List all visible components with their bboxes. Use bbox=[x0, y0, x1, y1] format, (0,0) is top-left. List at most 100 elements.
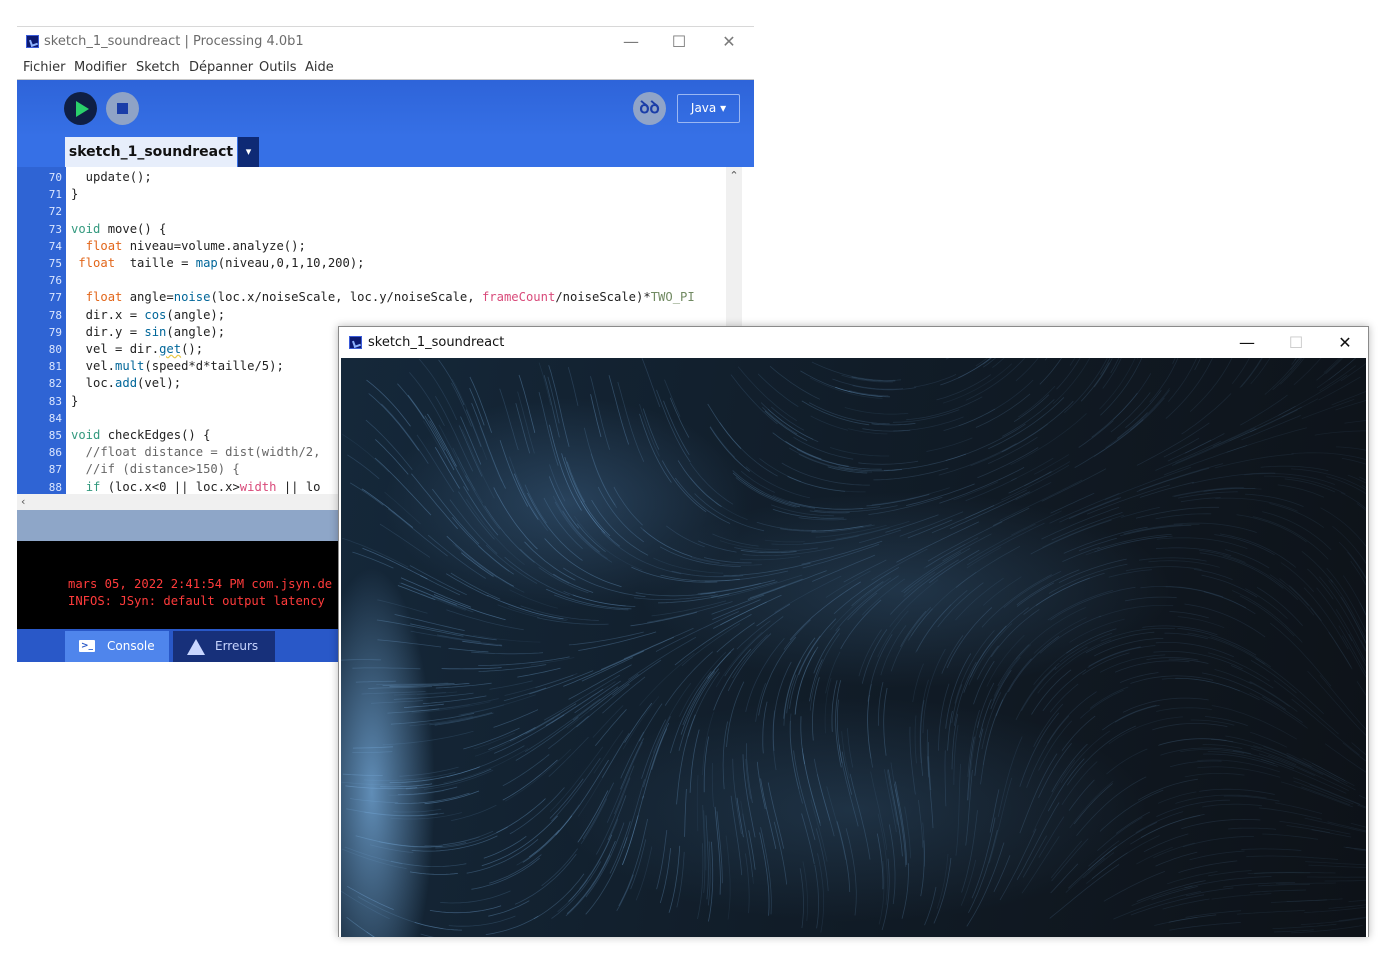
particle-streak bbox=[1156, 537, 1248, 550]
particle-streak bbox=[1309, 784, 1366, 808]
particle-streak bbox=[1269, 622, 1332, 687]
particle-streak bbox=[1038, 720, 1073, 771]
code-line[interactable]: } bbox=[71, 393, 78, 410]
menu-fichier[interactable]: Fichier bbox=[23, 57, 66, 79]
code-line[interactable]: float angle=noise(loc.x/noiseScale, loc.… bbox=[71, 289, 695, 306]
code-line[interactable]: //if (distance>150) { bbox=[71, 461, 240, 478]
sketch-maximize-button[interactable]: ☐ bbox=[1273, 327, 1319, 358]
menu-depanner[interactable]: Dépanner bbox=[189, 57, 253, 79]
particle-streak bbox=[1335, 608, 1366, 662]
particle-streak bbox=[1139, 481, 1194, 498]
code-token: get bbox=[159, 342, 182, 356]
code-line[interactable]: vel = dir.get(); bbox=[71, 341, 203, 358]
code-line[interactable]: dir.x = cos(angle); bbox=[71, 307, 225, 324]
particle-streak bbox=[472, 634, 541, 643]
particle-streak bbox=[841, 751, 853, 795]
particle-streak bbox=[1348, 899, 1366, 903]
sketch-minimize-button[interactable]: — bbox=[1224, 327, 1270, 358]
sketch-canvas[interactable] bbox=[341, 358, 1366, 937]
particle-streak bbox=[716, 811, 723, 884]
particle-streak bbox=[1219, 533, 1297, 568]
particle-streak bbox=[982, 576, 1022, 606]
code-line[interactable]: dir.y = sin(angle); bbox=[71, 324, 225, 341]
particle-streak bbox=[892, 409, 960, 423]
menu-modifier[interactable]: Modifier bbox=[74, 57, 127, 79]
particle-streak bbox=[488, 900, 530, 917]
code-line[interactable]: if (loc.x<0 || loc.x>width || lo bbox=[71, 479, 321, 494]
particle-streak bbox=[509, 589, 558, 609]
particle-streak bbox=[1344, 420, 1366, 424]
particle-streak bbox=[924, 886, 937, 926]
particle-streak bbox=[878, 860, 885, 925]
particle-streak bbox=[966, 522, 1045, 566]
particle-streak bbox=[489, 680, 533, 690]
run-button[interactable] bbox=[64, 92, 97, 125]
code-line[interactable]: } bbox=[71, 186, 78, 203]
particle-streak bbox=[438, 359, 465, 406]
code-token: frameCount bbox=[481, 290, 556, 305]
particle-streak bbox=[1328, 580, 1366, 645]
particle-streak bbox=[437, 634, 481, 643]
code-line[interactable]: void move() { bbox=[71, 221, 166, 238]
code-line[interactable]: void checkEdges() { bbox=[71, 427, 210, 444]
menu-sketch[interactable]: Sketch bbox=[136, 57, 180, 79]
particle-streak bbox=[1124, 596, 1177, 602]
particle-streak bbox=[712, 533, 759, 547]
ide-titlebar[interactable]: sketch_1_soundreact | Processing 4.0b1 —… bbox=[17, 27, 754, 57]
tab-menu-button[interactable]: ▾ bbox=[238, 137, 259, 167]
code-line[interactable]: loc.add(vel); bbox=[71, 375, 181, 392]
tab-console[interactable]: >_ Console bbox=[65, 631, 169, 662]
stop-button[interactable] bbox=[106, 92, 139, 125]
particle-streak bbox=[1112, 373, 1152, 420]
particle-streak bbox=[1061, 715, 1096, 751]
particle-streak bbox=[961, 810, 978, 893]
particle-streak bbox=[840, 599, 882, 650]
debug-button[interactable]: ꝺꝺ bbox=[633, 92, 666, 125]
particle-streak bbox=[517, 667, 561, 678]
particle-streak bbox=[1272, 923, 1337, 929]
code-line[interactable]: update(); bbox=[71, 169, 152, 186]
warning-icon bbox=[187, 639, 205, 655]
particle-streak bbox=[1308, 864, 1366, 868]
particle-streak bbox=[757, 373, 799, 408]
particle-streak bbox=[656, 830, 668, 890]
ide-minimize-button[interactable]: — bbox=[608, 27, 654, 57]
particle-streak bbox=[578, 631, 657, 651]
particle-streak bbox=[977, 447, 1039, 479]
particle-streak bbox=[1013, 394, 1050, 423]
tab-console-label: Console bbox=[107, 639, 155, 653]
line-number: 70 bbox=[48, 171, 62, 184]
code-line[interactable]: float taille = map(niveau,0,1,10,200); bbox=[71, 255, 364, 272]
particle-streak bbox=[572, 594, 636, 607]
particle-streak bbox=[515, 716, 579, 761]
code-line[interactable]: //float distance = dist(width/2, bbox=[71, 444, 321, 461]
sketch-close-button[interactable]: ✕ bbox=[1322, 327, 1368, 358]
scroll-left-icon[interactable]: ‹ bbox=[21, 494, 25, 510]
tab-sketch-1-soundreact[interactable]: sketch_1_soundreact bbox=[65, 137, 237, 167]
particle-streak bbox=[485, 915, 539, 935]
particle-streak bbox=[1228, 827, 1277, 830]
particle-streak bbox=[349, 482, 384, 506]
menu-aide[interactable]: Aide bbox=[305, 57, 334, 79]
scroll-up-icon[interactable]: ⌃ bbox=[726, 169, 742, 182]
particle-streak bbox=[697, 843, 704, 919]
particle-streak bbox=[915, 604, 952, 653]
menu-outils[interactable]: Outils bbox=[259, 57, 297, 79]
mode-selector-button[interactable]: Java ▾ bbox=[677, 94, 740, 123]
ide-maximize-button[interactable]: ☐ bbox=[656, 27, 702, 57]
particle-streak bbox=[1342, 742, 1366, 762]
code-line[interactable]: vel.mult(speed*d*taille/5); bbox=[71, 358, 284, 375]
code-token: void bbox=[71, 221, 101, 236]
particle-streak bbox=[409, 372, 445, 426]
tab-errors[interactable]: Erreurs bbox=[173, 631, 275, 662]
particle-streak bbox=[397, 585, 436, 601]
particle-streak bbox=[876, 833, 884, 890]
particle-streak bbox=[976, 682, 995, 728]
particle-streak bbox=[826, 786, 847, 861]
sketch-titlebar[interactable]: sketch_1_soundreact — ☐ ✕ bbox=[339, 327, 1368, 358]
code-line[interactable]: float niveau=volume.analyze(); bbox=[71, 238, 306, 255]
ide-close-button[interactable]: ✕ bbox=[706, 27, 752, 57]
particle-streak bbox=[1056, 358, 1081, 390]
particle-streak bbox=[970, 607, 1029, 678]
